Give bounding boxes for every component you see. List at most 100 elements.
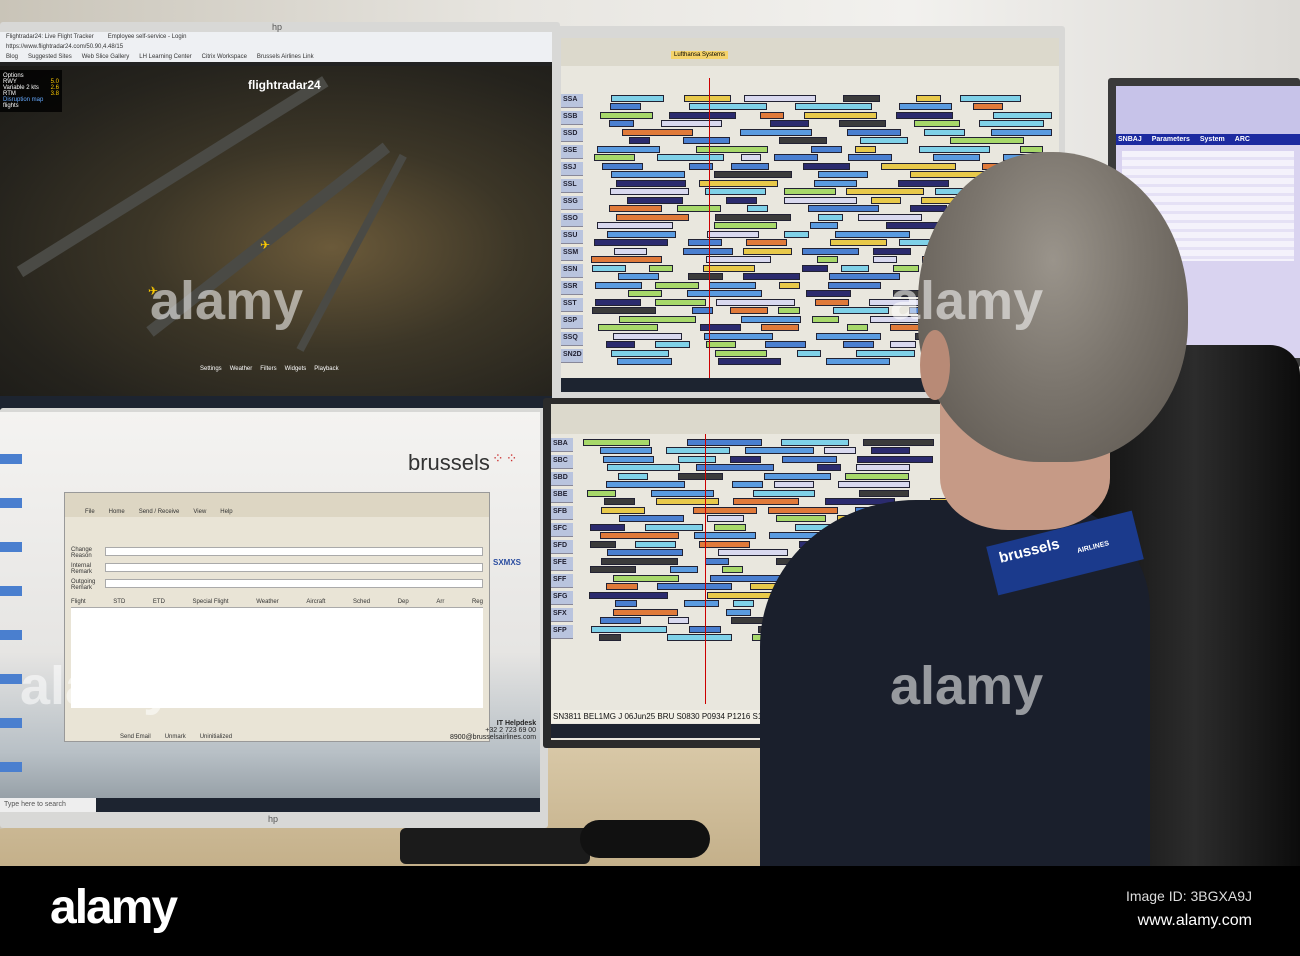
flight-bar[interactable] — [590, 626, 668, 633]
flight-bar[interactable] — [665, 447, 730, 454]
flight-bar[interactable] — [960, 95, 1021, 102]
internal-remark-field[interactable] — [105, 563, 483, 572]
flight-bar[interactable] — [621, 129, 694, 136]
flight-bar[interactable] — [595, 282, 643, 289]
flight-bar[interactable] — [603, 456, 655, 463]
flight-bar[interactable] — [731, 481, 763, 488]
flight-bar[interactable] — [617, 273, 660, 280]
flight-bar[interactable] — [657, 583, 732, 590]
flight-bar[interactable] — [732, 498, 800, 505]
flight-bar[interactable] — [898, 180, 949, 187]
flight-bar[interactable] — [715, 350, 768, 357]
flight-bar[interactable] — [617, 358, 672, 365]
flight-bar[interactable] — [871, 447, 910, 454]
flight-bar[interactable] — [858, 214, 922, 221]
flight-bar[interactable] — [992, 112, 1053, 119]
flight-bar[interactable] — [589, 592, 669, 599]
flight-bar[interactable] — [693, 532, 757, 539]
flight-bar[interactable] — [829, 239, 887, 246]
change-reason-field[interactable] — [105, 547, 483, 556]
flight-bar[interactable] — [655, 282, 699, 289]
flight-bar[interactable] — [655, 299, 707, 306]
flight-bar[interactable] — [919, 146, 990, 153]
flight-bar[interactable] — [713, 524, 747, 531]
flight-bar[interactable] — [599, 447, 652, 454]
flight-bar[interactable] — [972, 103, 1004, 110]
flight-bar[interactable] — [979, 120, 1045, 127]
flight-bar[interactable] — [818, 171, 869, 178]
map-menu-playback[interactable]: Playback — [314, 366, 338, 372]
flight-bar[interactable] — [610, 95, 665, 102]
flight-bar[interactable] — [774, 154, 819, 161]
flight-bar[interactable] — [932, 154, 980, 161]
bookmark[interactable]: LH Learning Center — [139, 54, 191, 60]
flight-bar[interactable] — [707, 515, 745, 522]
flight-bar[interactable] — [655, 341, 690, 348]
flight-bar[interactable] — [603, 498, 635, 505]
flight-bar[interactable] — [872, 248, 912, 255]
flight-bar[interactable] — [910, 205, 947, 212]
flight-bar[interactable] — [742, 248, 792, 255]
flight-bar[interactable] — [773, 481, 815, 488]
gantt-row[interactable]: SSE — [561, 145, 1059, 162]
flight-bar[interactable] — [746, 239, 788, 246]
flight-bar[interactable] — [847, 129, 901, 136]
flight-bar[interactable] — [730, 163, 770, 170]
flight-bar[interactable] — [845, 473, 910, 480]
flight-bar[interactable] — [740, 154, 761, 161]
flight-bar[interactable] — [769, 120, 810, 127]
flight-bar[interactable] — [859, 490, 910, 497]
flight-bar[interactable] — [692, 507, 757, 514]
flight-bar[interactable] — [699, 180, 778, 187]
dialog-menu-item[interactable]: Send / Receive — [139, 509, 180, 515]
flight-bar[interactable] — [872, 256, 897, 263]
gantt-row[interactable]: SSB — [561, 111, 1059, 128]
flight-bar[interactable] — [726, 609, 752, 616]
flight-bar[interactable] — [813, 180, 858, 187]
flight-bar[interactable] — [855, 464, 911, 471]
flight-bar[interactable] — [779, 137, 827, 144]
flight-bar[interactable] — [913, 120, 960, 127]
flight-bar[interactable] — [705, 188, 766, 195]
flight-bar[interactable] — [678, 456, 716, 463]
flight-bar[interactable] — [838, 481, 910, 488]
lufthansa-systems-button[interactable]: Lufthansa Systems — [671, 51, 729, 59]
flight-bar[interactable] — [824, 447, 857, 454]
flight-bar[interactable] — [856, 456, 934, 463]
flight-bar[interactable] — [746, 205, 769, 212]
dialog-menu-item[interactable]: File — [85, 509, 95, 515]
flight-bar[interactable] — [616, 180, 687, 187]
flight-bar[interactable] — [990, 129, 1053, 136]
flight-bar[interactable] — [759, 112, 785, 119]
flight-bar[interactable] — [609, 188, 690, 195]
flight-bar[interactable] — [763, 473, 832, 480]
flight-bar[interactable] — [826, 358, 890, 365]
flight-bar[interactable] — [705, 256, 771, 263]
flight-bar[interactable] — [590, 524, 626, 531]
flight-bar[interactable] — [817, 214, 844, 221]
flight-bar[interactable] — [590, 566, 636, 573]
flight-bar[interactable] — [870, 197, 901, 204]
flight-bar[interactable] — [740, 129, 812, 136]
flight-bar[interactable] — [695, 464, 774, 471]
bookmark[interactable]: Blog — [6, 54, 18, 60]
flight-bar[interactable] — [713, 171, 792, 178]
flight-bar[interactable] — [847, 324, 868, 331]
taskbar[interactable]: Type here to search — [0, 798, 540, 812]
flight-bar[interactable] — [609, 120, 635, 127]
flight-bar[interactable] — [803, 163, 850, 170]
browser-tab-active[interactable]: Flightradar24: Live Flight Tracker — [6, 34, 94, 40]
flight-bar[interactable] — [707, 231, 759, 238]
desktop-icons[interactable] — [0, 432, 22, 782]
flight-bar[interactable] — [591, 307, 657, 314]
flight-bar[interactable] — [600, 112, 654, 119]
map-menu-settings[interactable]: Settings — [200, 366, 222, 372]
flight-bar[interactable] — [705, 341, 736, 348]
alamy-url[interactable]: www.alamy.com — [1126, 912, 1252, 930]
flight-bar[interactable] — [828, 282, 882, 289]
flight-bar[interactable] — [854, 146, 877, 153]
flight-bar[interactable] — [656, 154, 725, 161]
flight-bar[interactable] — [780, 439, 849, 446]
flight-bar[interactable] — [683, 137, 730, 144]
bookmark[interactable]: Web Slice Gallery — [82, 54, 130, 60]
